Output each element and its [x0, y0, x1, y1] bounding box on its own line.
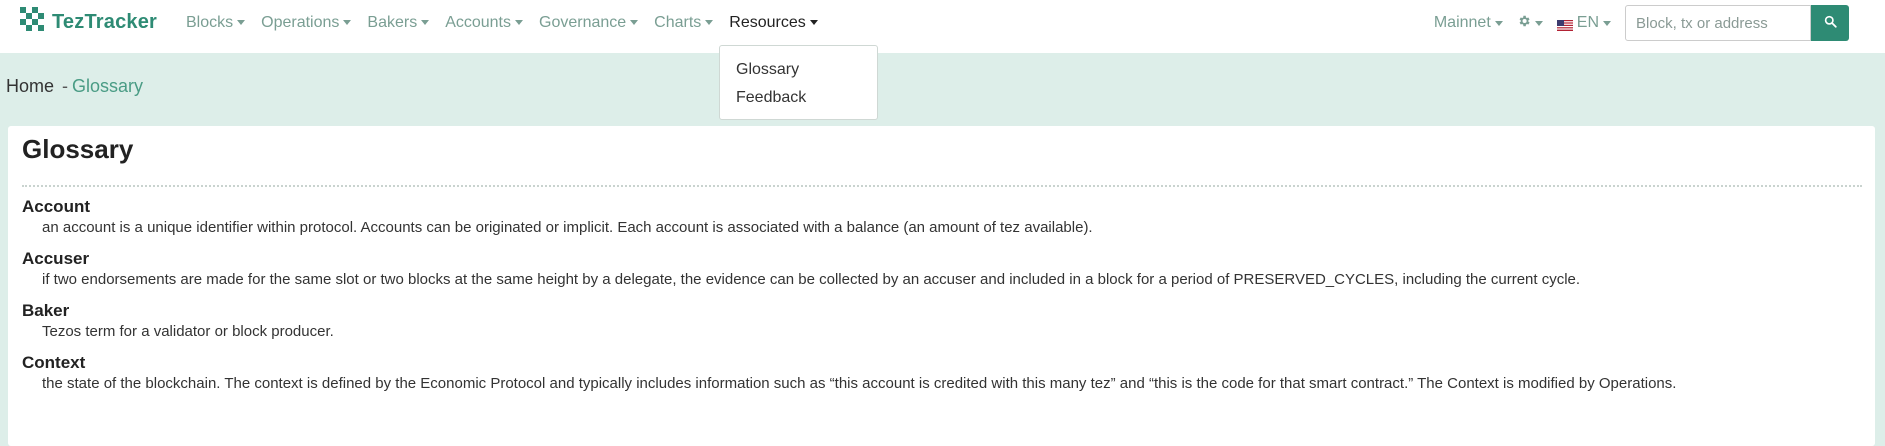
nav-operations[interactable]: Operations — [261, 14, 352, 32]
breadcrumb-separator: - — [62, 76, 69, 96]
glossary-list: Account an account is a unique identifie… — [22, 196, 1865, 404]
caret-down-icon — [515, 20, 523, 26]
nav-resources[interactable]: Resources — [729, 14, 818, 32]
caret-down-icon — [1494, 20, 1503, 26]
glossary-definition: Tezos term for a validator or block prod… — [42, 323, 334, 340]
glossary-entry-baker: Baker Tezos term for a validator or bloc… — [22, 300, 1865, 342]
glossary-term: Baker — [22, 301, 70, 320]
menu-item-glossary[interactable]: Glossary — [720, 56, 877, 84]
title-divider — [22, 185, 1862, 187]
resources-dropdown-menu: Glossary Feedback — [719, 45, 878, 120]
menu-item-feedback[interactable]: Feedback — [720, 84, 877, 112]
brand-logo-link[interactable]: TezTracker — [20, 6, 158, 38]
glossary-entry-accuser: Accuser if two endorsements are made for… — [22, 248, 1865, 290]
page-title: Glossary — [22, 134, 134, 164]
top-navbar: TezTracker Blocks Operations Bakers Acco… — [0, 0, 1885, 53]
glossary-term: Context — [22, 353, 86, 372]
glossary-definition: an account is a unique identifier within… — [42, 219, 1093, 236]
search-icon — [1824, 15, 1837, 31]
breadcrumb-home-link[interactable]: Home — [6, 76, 54, 97]
caret-down-icon — [343, 20, 352, 26]
glossary-definition: the state of the blockchain. The context… — [42, 375, 1677, 392]
language-selector[interactable]: EN — [1556, 14, 1611, 32]
caret-down-icon — [630, 20, 639, 26]
caret-down-icon — [705, 20, 714, 26]
glossary-entry-account: Account an account is a unique identifie… — [22, 196, 1865, 238]
caret-down-icon — [237, 20, 246, 26]
breadcrumb-current: Glossary — [72, 76, 144, 96]
search-input[interactable] — [1625, 5, 1811, 41]
caret-down-icon — [1534, 20, 1543, 26]
glossary-term: Account — [22, 197, 90, 216]
nav-accounts[interactable]: Accounts — [445, 14, 523, 32]
nav-governance[interactable]: Governance — [539, 14, 639, 32]
breadcrumb: Home - Glossary — [6, 76, 143, 97]
nav-right: Mainnet EN — [1434, 5, 1849, 41]
glossary-entry-context: Context the state of the blockchain. The… — [22, 352, 1865, 394]
search-button[interactable] — [1811, 5, 1849, 41]
brand-name: TezTracker — [52, 10, 158, 33]
caret-down-icon — [809, 20, 818, 26]
caret-down-icon — [1603, 20, 1611, 26]
network-selector[interactable]: Mainnet — [1434, 14, 1503, 32]
nav-charts[interactable]: Charts — [654, 14, 714, 32]
glossary-card: Glossary Account an account is a unique … — [8, 126, 1875, 446]
main-nav: Blocks Operations Bakers Accounts Govern… — [186, 0, 834, 46]
caret-down-icon — [421, 20, 430, 26]
settings-menu[interactable] — [1517, 14, 1543, 33]
gear-icon — [1517, 14, 1531, 33]
checker-logo-icon — [20, 6, 46, 38]
nav-bakers[interactable]: Bakers — [367, 14, 430, 32]
glossary-definition: if two endorsements are made for the sam… — [42, 271, 1581, 288]
glossary-term: Accuser — [22, 249, 90, 268]
us-flag-icon — [1556, 18, 1573, 31]
nav-blocks[interactable]: Blocks — [186, 14, 246, 32]
